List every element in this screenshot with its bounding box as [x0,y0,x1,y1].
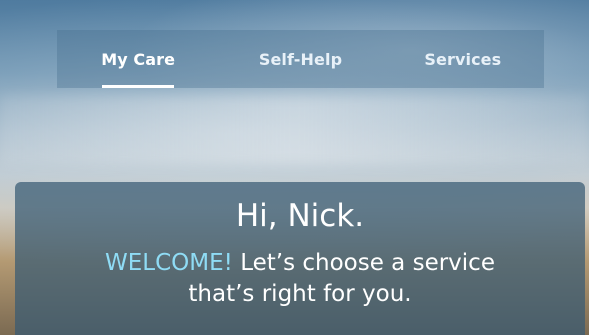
welcome-message: WELCOME! Let’s choose a service that’s r… [40,248,560,310]
welcome-message-line1: Let’s choose a service [240,250,495,276]
welcome-card: Hi, Nick. WELCOME! Let’s choose a servic… [15,182,585,335]
top-navigation: My Care Self-Help Services [57,30,544,88]
greeting-heading: Hi, Nick. [235,198,365,234]
tab-self-help-label: Self-Help [258,49,343,69]
welcome-message-line2: that’s right for you. [188,281,412,307]
welcome-highlight: WELCOME! [105,250,233,276]
tab-services[interactable]: Services [382,30,544,88]
background-clouds [0,95,589,165]
tab-my-care-label: My Care [101,49,176,69]
tab-my-care[interactable]: My Care [57,30,219,88]
tab-services-label: Services [424,49,502,69]
tab-self-help[interactable]: Self-Help [219,30,381,88]
